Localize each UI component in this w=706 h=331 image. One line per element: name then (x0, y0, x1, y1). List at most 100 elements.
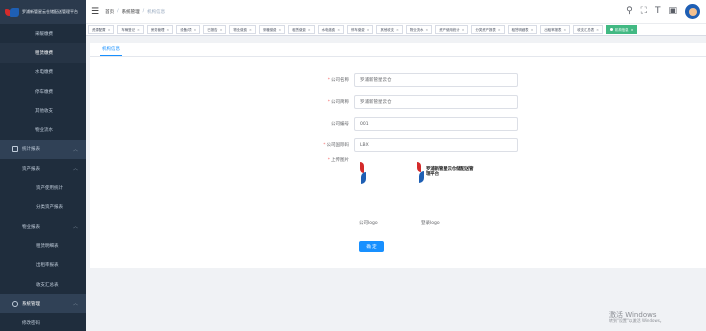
tag-label: 设备/项 (180, 28, 192, 32)
tag-label: 其他收支 (380, 28, 394, 32)
tag-label: 房务管理 (150, 28, 165, 32)
tag-label: 采暖缴费 (262, 28, 277, 32)
fullscreen-icon[interactable]: ⛶ (641, 7, 647, 16)
close-icon[interactable]: × (563, 28, 566, 32)
sidebar-item-utilities[interactable]: 水电缴费 (0, 62, 86, 82)
tag-4[interactable]: 已报告 × (203, 25, 227, 34)
tag-3[interactable]: 设备/项 × (176, 25, 201, 34)
tag-label: 租赁明细表 (511, 28, 529, 32)
close-icon[interactable]: × (425, 28, 428, 32)
sidebar-group-stats[interactable]: 统计报表 ︿ (0, 139, 86, 160)
login-logo-image[interactable]: 罗浦新管星云仓储配送管理平台 (417, 162, 477, 194)
sidebar-item-occupancy[interactable]: 出租率报表 (0, 255, 86, 275)
sidebar-item-other[interactable]: 其他收支 (0, 101, 86, 121)
sidebar-item-rent[interactable]: 租赁缴费 (0, 43, 86, 63)
sidebar-group-stats-label: 统计报表 (22, 147, 40, 153)
close-icon[interactable]: × (531, 28, 534, 32)
active-dot-icon (610, 28, 614, 31)
company-code-input[interactable]: 001 (354, 117, 518, 131)
brand-title: 罗浦新管星云仓储配送管理平台 (22, 9, 78, 14)
login-logo-text: 罗浦新管星云仓储配送管理平台 (426, 167, 474, 177)
sidebar-item-parking[interactable]: 停车缴费 (0, 81, 86, 102)
close-icon[interactable]: × (108, 28, 111, 32)
close-icon[interactable]: × (396, 28, 399, 32)
close-icon[interactable]: × (278, 28, 281, 32)
tag-label: 资源配置 (92, 28, 106, 32)
abbr-label: 公司简称 (331, 100, 349, 105)
close-icon[interactable]: × (462, 28, 465, 32)
tab-org-info[interactable]: 机构信息 (100, 46, 122, 56)
tag-label: 租赁缴费 (292, 28, 306, 32)
tag-17[interactable]: 机构信息 × (606, 25, 638, 34)
close-icon[interactable]: × (137, 28, 140, 32)
company-abbr-input[interactable]: 罗浦新管星云仓 (354, 95, 518, 109)
breadcrumb-current: 机构信息 (147, 9, 166, 15)
sidebar-item-asset-category[interactable]: 分类资产报表 (0, 197, 86, 217)
windows-activation-watermark: 激活 Windows 转到"设置"以激活 Windows。 (609, 311, 664, 324)
avatar[interactable] (685, 4, 700, 19)
close-icon[interactable]: × (596, 28, 599, 32)
close-icon[interactable]: × (249, 28, 252, 32)
sidebar-menu: 采暖缴费 租赁缴费 水电缴费 停车缴费 其他收支 物业流水 统计报表 ︿ 资产报… (0, 24, 86, 331)
sidebar-item-income-summary[interactable]: 收支汇总表 (0, 274, 86, 295)
company-logo-image[interactable] (359, 160, 367, 186)
brand[interactable]: 罗浦新管星云仓储配送管理平台 (0, 0, 86, 24)
content-card: 机构信息 *公司名称 罗浦新管星云仓 *公司简称 罗浦新管星云仓 公司编号 00… (90, 43, 706, 268)
chevron-up-icon: ︿ (72, 224, 78, 231)
close-icon[interactable]: × (308, 28, 311, 32)
sidebar-group-system[interactable]: 系统管理 ︿ (0, 294, 86, 314)
brand-logo-icon (5, 7, 19, 17)
tag-16[interactable]: 收支汇总表 × (573, 25, 604, 34)
tag-2[interactable]: 房务管理 × (146, 25, 174, 34)
code-label: 公司编号 (331, 122, 349, 127)
card-tabs: 机构信息 (90, 43, 706, 57)
sidebar-group-asset[interactable]: 资产报表 ︿ (0, 159, 86, 179)
tag-8[interactable]: 水电缴费 × (317, 25, 345, 34)
breadcrumb-home[interactable]: 首页 (105, 9, 114, 15)
close-icon[interactable]: × (220, 28, 223, 32)
watermark-subtitle: 转到"设置"以激活 Windows。 (609, 318, 664, 324)
tag-11[interactable]: 物业流水 × (405, 25, 433, 34)
close-icon[interactable]: × (166, 28, 169, 32)
tag-6[interactable]: 采暖缴费 × (258, 25, 286, 34)
tag-label: 收支汇总表 (577, 28, 595, 32)
tag-15[interactable]: 出租率报表 × (540, 25, 571, 34)
close-icon[interactable]: × (367, 28, 370, 32)
close-icon[interactable]: × (631, 28, 634, 32)
breadcrumb-separator: / (142, 9, 145, 14)
tag-9[interactable]: 停车缴费 × (347, 25, 374, 34)
tag-1[interactable]: 车辆登记 × (117, 25, 144, 34)
search-icon[interactable]: ⚲ (626, 7, 633, 16)
sidebar-item-asset-usage[interactable]: 资产使用统计 (0, 178, 86, 198)
font-size-icon[interactable]: T (655, 7, 661, 16)
sidebar-item-heating[interactable]: 采暖缴费 (0, 24, 86, 44)
tag-label: 车辆登记 (121, 28, 135, 32)
close-icon[interactable]: × (337, 28, 340, 32)
tag-label: 机构信息 (615, 28, 629, 32)
tag-7[interactable]: 租赁缴费 × (288, 25, 315, 34)
upload-label: 上传图片 (331, 158, 349, 163)
layout-icon[interactable]: ▣ (668, 7, 677, 16)
sidebar-item-property-flow[interactable]: 物业流水 (0, 120, 86, 140)
close-icon[interactable]: × (498, 28, 501, 32)
company-intl-code-input[interactable]: LBX (354, 138, 518, 152)
breadcrumb-system[interactable]: 系统管理 (122, 9, 140, 15)
sidebar-group-property[interactable]: 物业报表 ︿ (0, 216, 86, 237)
tag-5[interactable]: 物业缴费 × (229, 25, 256, 34)
tag-0[interactable]: 资源配置 × (88, 25, 115, 34)
form-row-code: 公司编号 001 (90, 117, 706, 131)
sidebar-item-rent-detail[interactable]: 租赁明细表 (0, 236, 86, 256)
tag-14[interactable]: 租赁明细表 × (507, 25, 538, 34)
company-name-input[interactable]: 罗浦新管星云仓 (354, 73, 518, 87)
tag-10[interactable]: 其他收支 × (376, 25, 403, 34)
app-window: 罗浦新管星云仓储配送管理平台 采暖缴费 租赁缴费 水电缴费 停车缴费 其他收支 … (0, 0, 706, 331)
form-row-abbr: *公司简称 罗浦新管星云仓 (90, 95, 706, 109)
confirm-button[interactable]: 确 定 (359, 241, 384, 252)
tag-12[interactable]: 资产使用统计 × (435, 25, 469, 34)
tag-13[interactable]: 分类资产报表 × (471, 25, 505, 34)
close-icon[interactable]: × (194, 28, 197, 32)
tag-label: 已报告 (207, 28, 218, 32)
sidebar-item-change-password[interactable]: 修改密码 (0, 313, 86, 331)
hamburger-icon[interactable]: ☰ (91, 7, 99, 17)
top-navbar: ☰ 首页 / 系统管理 / 机构信息 ⚲ ⛶ T ▣ (86, 0, 706, 24)
